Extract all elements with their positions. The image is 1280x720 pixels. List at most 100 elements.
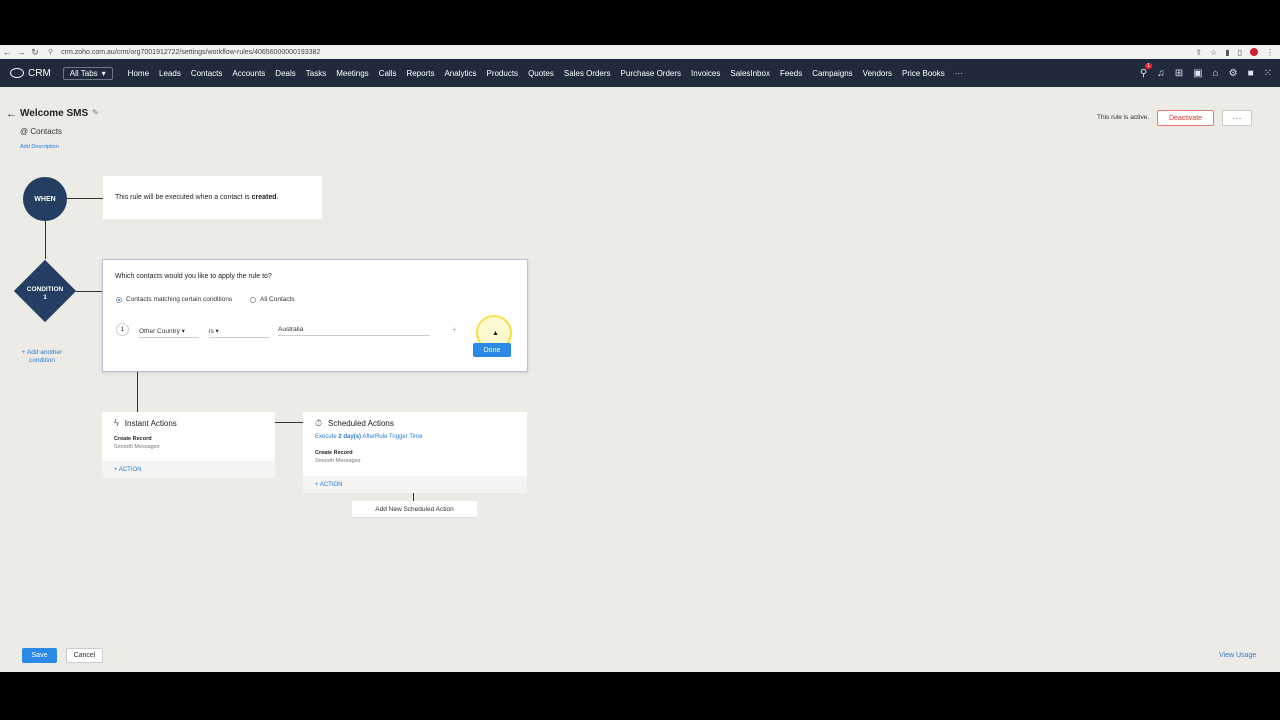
nav-item-price-books[interactable]: Price Books <box>897 69 950 78</box>
nav-item-vendors[interactable]: Vendors <box>858 69 897 78</box>
add-criteria-icon[interactable]: + <box>452 325 457 334</box>
condition-question: Which contacts would you like to apply t… <box>115 273 272 280</box>
scheduled-actions-card: ⏱ Scheduled Actions Execute 2 day(s) Aft… <box>303 412 527 493</box>
cancel-button[interactable]: Cancel <box>66 648 103 663</box>
nav-item-deals[interactable]: Deals <box>270 69 300 78</box>
action-item-title[interactable]: Create Record <box>315 450 353 456</box>
browser-menu-icon[interactable]: ⋮ <box>1266 48 1274 57</box>
when-text: This rule will be executed when a contac… <box>115 194 279 201</box>
mouse-cursor-icon: ▲ <box>492 330 499 337</box>
clock-user-icon: ⏱ <box>315 418 323 428</box>
bell-icon[interactable]: ♫ <box>1157 68 1165 79</box>
connector-line <box>76 291 103 292</box>
action-item-sub: Smooth Messages <box>114 444 160 450</box>
search-icon[interactable]: ⚲ <box>1140 68 1147 79</box>
browser-toolbar: ← → ↻ ⚲ crm.zoho.com.au/crm/org700191272… <box>0 45 1280 59</box>
nav-item-meetings[interactable]: Meetings <box>331 69 373 78</box>
schedule-timing-link[interactable]: Execute 2 day(s) AfterRule Trigger Time <box>315 434 422 440</box>
criteria-operator-select[interactable]: is ▾ <box>209 327 269 338</box>
radio-label: Contacts matching certain conditions <box>126 296 233 303</box>
view-usage-link[interactable]: View Usage <box>1219 652 1256 659</box>
add-new-scheduled-action-button[interactable]: Add New Scheduled Action <box>352 501 477 518</box>
page-title: Welcome SMS <box>20 108 89 119</box>
nav-item-leads[interactable]: Leads <box>154 69 186 78</box>
add-another-condition-link[interactable]: + Add another condition <box>14 349 70 365</box>
profile-avatar[interactable] <box>1250 48 1258 56</box>
calendar-icon[interactable]: ▣ <box>1193 68 1202 79</box>
crm-workflow-screen: ← → ↻ ⚲ crm.zoho.com.au/crm/org700191272… <box>0 45 1280 672</box>
crm-logo[interactable]: CRM <box>10 68 51 79</box>
add-description-link[interactable]: Add Description <box>20 144 59 150</box>
nav-item-contacts[interactable]: Contacts <box>186 69 228 78</box>
chevron-down-icon: ▾ <box>215 328 219 335</box>
condition-label: CONDITION 1 <box>26 286 64 301</box>
add-record-icon[interactable]: ⊞ <box>1175 68 1183 79</box>
back-arrow-icon[interactable]: ← <box>0 47 14 57</box>
connector-line <box>45 221 46 259</box>
gear-icon[interactable]: ⚙ <box>1229 68 1238 79</box>
edit-icon[interactable]: ✎ <box>92 108 99 117</box>
all-tabs-dropdown[interactable]: All Tabs ▾ <box>62 66 113 80</box>
forward-arrow-icon[interactable]: → <box>14 47 28 57</box>
done-button[interactable]: Done <box>473 343 511 357</box>
criteria-index: 1 <box>116 323 129 336</box>
nav-item-sales-orders[interactable]: Sales Orders <box>559 69 616 78</box>
url-bar[interactable]: crm.zoho.com.au/crm/org7001912722/settin… <box>61 49 320 56</box>
add-scheduled-action-link[interactable]: + ACTION <box>303 476 527 493</box>
reload-icon[interactable]: ↻ <box>28 47 42 58</box>
module-indicator: @ Contacts <box>20 127 62 136</box>
nav-item-feeds[interactable]: Feeds <box>775 69 807 78</box>
browser-actions: ⇪ ☆ ▮ ▯ ⋮ <box>1195 45 1274 59</box>
nav-item-salesinbox[interactable]: SalesInbox <box>725 69 775 78</box>
crm-logo-icon <box>10 68 24 78</box>
save-button[interactable]: Save <box>22 648 57 663</box>
connector-line <box>67 198 103 199</box>
nav-item-campaigns[interactable]: Campaigns <box>807 69 857 78</box>
marketplace-icon[interactable]: ⌂ <box>1213 68 1219 79</box>
instant-actions-header: ϟ Instant Actions <box>114 418 177 428</box>
connector-line <box>275 422 303 423</box>
action-item-title[interactable]: Create Record <box>114 436 152 442</box>
module-prefix: @ <box>20 127 29 136</box>
crm-logo-text: CRM <box>28 67 51 79</box>
site-info-icon[interactable]: ⚲ <box>48 48 53 56</box>
sidebar-icon[interactable]: ▮ <box>1225 48 1229 57</box>
notification-badge: 1 <box>1145 63 1152 69</box>
share-icon[interactable]: ⇪ <box>1195 48 1202 57</box>
nav-item-reports[interactable]: Reports <box>401 69 439 78</box>
radio-all-contacts[interactable]: All Contacts <box>250 296 295 303</box>
nav-item-invoices[interactable]: Invoices <box>686 69 725 78</box>
when-trigger-box[interactable]: This rule will be executed when a contac… <box>103 176 322 219</box>
nav-item-accounts[interactable]: Accounts <box>227 69 270 78</box>
criteria-value-input[interactable]: Australia <box>278 326 430 336</box>
radio-matching-conditions[interactable]: Contacts matching certain conditions <box>116 296 232 303</box>
nav-item-calls[interactable]: Calls <box>374 69 402 78</box>
instant-actions-title: Instant Actions <box>124 418 177 428</box>
deactivate-button[interactable]: Deactivate <box>1157 110 1214 126</box>
nav-item-analytics[interactable]: Analytics <box>439 69 481 78</box>
when-node: WHEN <box>23 177 67 221</box>
nav-more-button[interactable]: ··· <box>950 69 968 78</box>
instant-actions-card: ϟ Instant Actions Create Record Smooth M… <box>102 412 275 478</box>
apps-grid-icon[interactable]: ⁙ <box>1264 68 1272 79</box>
extensions-icon[interactable]: ▯ <box>1238 48 1242 57</box>
nav-item-quotes[interactable]: Quotes <box>523 69 559 78</box>
bookmark-star-icon[interactable]: ☆ <box>1210 48 1217 57</box>
lightning-icon: ϟ <box>114 418 119 428</box>
add-instant-action-link[interactable]: + ACTION <box>102 461 275 478</box>
criteria-field-select[interactable]: Other Country ▾ <box>139 327 199 338</box>
more-options-button[interactable]: ··· <box>1222 110 1252 126</box>
user-avatar[interactable]: ■ <box>1248 68 1254 79</box>
chevron-down-icon: ▾ <box>101 68 106 78</box>
crm-top-nav: CRM All Tabs ▾ Home Leads Contacts Accou… <box>0 59 1280 87</box>
nav-item-purchase-orders[interactable]: Purchase Orders <box>616 69 686 78</box>
nav-item-home[interactable]: Home <box>123 69 154 78</box>
back-arrow-icon[interactable]: ← <box>6 108 17 120</box>
nav-item-tasks[interactable]: Tasks <box>301 69 331 78</box>
all-tabs-label: All Tabs <box>69 68 98 78</box>
module-menu: Home Leads Contacts Accounts Deals Tasks… <box>123 69 968 78</box>
nav-item-products[interactable]: Products <box>481 69 523 78</box>
condition-editor: Which contacts would you like to apply t… <box>102 259 528 372</box>
scheduled-actions-header: ⏱ Scheduled Actions <box>315 418 394 429</box>
scheduled-actions-title: Scheduled Actions <box>328 419 394 428</box>
